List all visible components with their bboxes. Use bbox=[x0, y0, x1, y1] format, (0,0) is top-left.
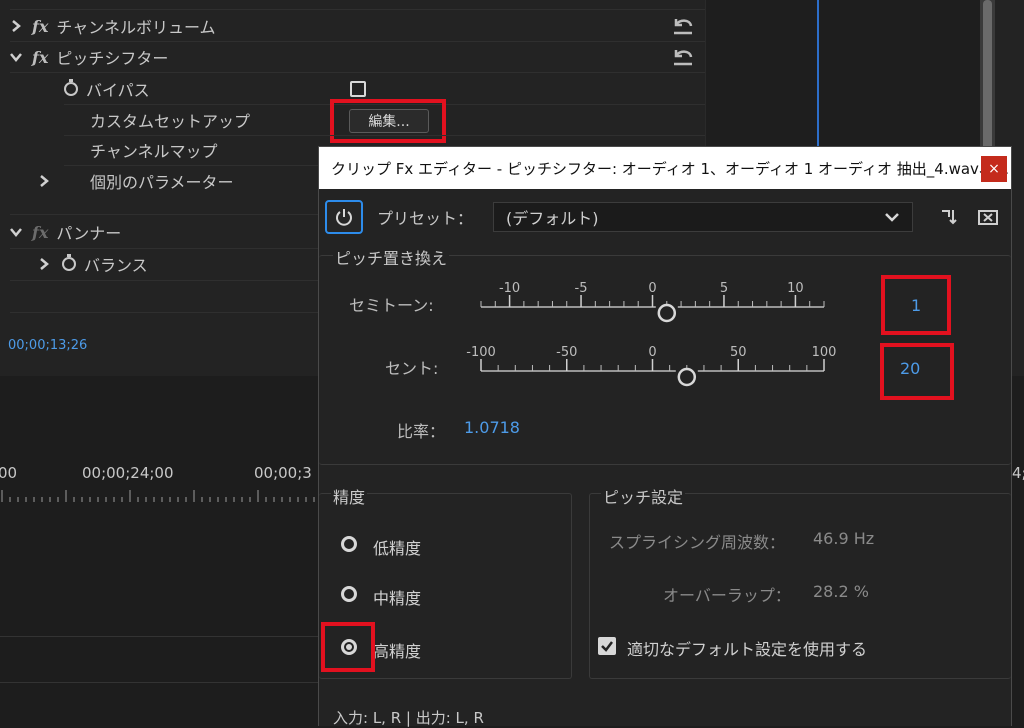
time-ruler[interactable] bbox=[0, 488, 330, 502]
slider-tick-label: 5 bbox=[720, 281, 728, 296]
fx-icon[interactable]: fx bbox=[32, 17, 48, 36]
overlap-label: オーバーラップ： bbox=[663, 586, 791, 605]
radio-label[interactable]: 低精度 bbox=[373, 535, 421, 559]
chevron-right-icon[interactable] bbox=[10, 20, 22, 32]
stopwatch-icon[interactable] bbox=[62, 254, 76, 271]
scrollbar-thumb[interactable] bbox=[983, 0, 992, 150]
ratio-value: 1.0718 bbox=[464, 418, 520, 437]
stopwatch-icon[interactable] bbox=[64, 79, 78, 96]
red-highlight-box bbox=[881, 275, 951, 335]
use-default-label[interactable]: 適切なデフォルト設定を使用する bbox=[627, 636, 867, 660]
param-label: バイパス bbox=[86, 81, 150, 100]
slider-tick-label: 10 bbox=[787, 281, 804, 296]
param-row-balance[interactable]: バランス bbox=[38, 249, 338, 279]
delete-preset-icon[interactable] bbox=[977, 207, 999, 227]
track-divider bbox=[0, 682, 330, 683]
splicing-value: 46.9 Hz bbox=[813, 529, 875, 548]
chevron-right-icon[interactable] bbox=[38, 175, 50, 187]
overlap-value: 28.2 % bbox=[813, 582, 869, 601]
red-highlight-box bbox=[321, 622, 375, 672]
slider-tick-label: -100 bbox=[466, 345, 496, 360]
fx-icon[interactable]: fx bbox=[32, 48, 48, 67]
radio-label[interactable]: 中精度 bbox=[373, 585, 421, 609]
chevron-right-icon[interactable] bbox=[38, 258, 50, 270]
timeline-timecode: 00 bbox=[0, 464, 18, 482]
clip-fx-editor-dialog: クリップ Fx エディター - ピッチシフター: オーディオ 1、オーディオ 1… bbox=[318, 146, 1012, 727]
timeline-timecode: 00;00;3 bbox=[254, 464, 312, 482]
slider-tick-label: 100 bbox=[812, 345, 837, 360]
effect-name: ピッチシフター bbox=[56, 49, 169, 68]
slider-tick-label: -10 bbox=[499, 281, 520, 296]
ratio-label: 比率： bbox=[397, 422, 446, 441]
slider-thumb[interactable] bbox=[657, 303, 677, 323]
power-button[interactable] bbox=[325, 200, 363, 234]
effect-name: チャンネルボリューム bbox=[56, 18, 216, 37]
slider-tick-label: 0 bbox=[648, 281, 656, 296]
semitone-label: セミトーン: bbox=[349, 296, 434, 315]
cent-label: セント: bbox=[385, 359, 439, 378]
param-row-individual-params[interactable]: 個別のパラメーター bbox=[38, 166, 338, 196]
dialog-title: クリップ Fx エディター - ピッチシフター: オーディオ 1、オーディオ 1… bbox=[331, 159, 1011, 178]
save-preset-icon[interactable] bbox=[939, 207, 961, 227]
effect-row-pitch-shifter[interactable]: fx ピッチシフター bbox=[10, 42, 705, 72]
param-label: バランス bbox=[84, 256, 148, 275]
group-title: 精度 bbox=[331, 484, 368, 508]
slider-tick-label: -5 bbox=[575, 281, 588, 296]
red-highlight-box bbox=[880, 343, 954, 400]
param-row-custom-setup: カスタムセットアップ bbox=[90, 105, 330, 135]
track-divider bbox=[0, 636, 330, 637]
param-row-bypass: バイパス bbox=[64, 74, 564, 104]
timeline-timecode: 4; bbox=[1012, 464, 1024, 482]
checkmark-icon bbox=[601, 641, 613, 652]
chevron-down-icon[interactable] bbox=[10, 226, 22, 238]
radio-label[interactable]: 高精度 bbox=[373, 638, 421, 662]
io-channels: 入力: L, R | 出力: L, R bbox=[333, 709, 484, 727]
effect-name: パンナー bbox=[56, 224, 122, 243]
splicing-label: スプライシング周波数： bbox=[609, 533, 786, 552]
param-row-channel-map: チャンネルマップ bbox=[90, 135, 330, 165]
vertical-scrollbar[interactable] bbox=[980, 0, 995, 150]
param-label: 個別のパラメーター bbox=[90, 173, 234, 192]
preset-value: (デフォルト) bbox=[506, 209, 599, 228]
preset-label: プリセット： bbox=[377, 209, 474, 228]
close-button[interactable]: × bbox=[981, 156, 1007, 182]
slider-tick-label: 0 bbox=[648, 345, 656, 360]
param-label: チャンネルマップ bbox=[90, 142, 218, 161]
power-icon bbox=[336, 209, 352, 226]
slider-tick-label: 50 bbox=[730, 345, 747, 360]
fx-icon[interactable]: fx bbox=[32, 223, 48, 242]
red-highlight-box bbox=[330, 99, 446, 143]
semitone-slider[interactable]: -10 -5 0 5 10 bbox=[479, 277, 829, 323]
timeline-timecode: 00;00;24;00 bbox=[82, 464, 174, 482]
preset-dropdown[interactable]: (デフォルト) bbox=[493, 202, 913, 232]
slider-tick-label: -50 bbox=[556, 345, 577, 360]
reset-icon[interactable] bbox=[670, 15, 696, 37]
effect-row-channel-volume[interactable]: fx チャンネルボリューム bbox=[10, 11, 705, 41]
radio-mid-precision[interactable] bbox=[341, 586, 357, 602]
radio-low-precision[interactable] bbox=[341, 536, 357, 552]
group-title: ピッチ置き換え bbox=[333, 245, 450, 269]
param-label: カスタムセットアップ bbox=[90, 112, 251, 131]
use-default-checkbox[interactable] bbox=[598, 637, 616, 655]
group-title: ピッチ設定 bbox=[601, 484, 686, 508]
reset-icon[interactable] bbox=[670, 46, 696, 68]
chevron-down-icon bbox=[885, 213, 899, 222]
chevron-down-icon[interactable] bbox=[10, 51, 22, 63]
cent-slider[interactable]: -100 -50 0 50 100 bbox=[466, 341, 836, 387]
slider-thumb[interactable] bbox=[677, 367, 697, 387]
bypass-checkbox[interactable] bbox=[350, 81, 366, 97]
dialog-titlebar[interactable]: クリップ Fx エディター - ピッチシフター: オーディオ 1、オーディオ 1… bbox=[319, 147, 1011, 189]
current-timecode[interactable]: 00;00;13;26 bbox=[8, 338, 87, 353]
